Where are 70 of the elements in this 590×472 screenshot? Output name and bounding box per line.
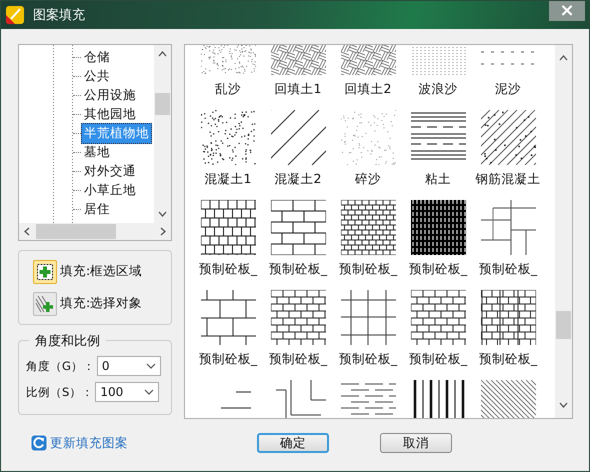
chevron-down-icon (144, 389, 154, 395)
add-hatch-icon (35, 294, 55, 312)
tree-item[interactable]: 仓储 (81, 47, 113, 68)
pattern-label: 预制砼板_ (338, 351, 398, 368)
dialog-button[interactable]: 确定 (257, 433, 329, 453)
dropdown-field[interactable]: 100 (95, 382, 160, 402)
pattern-label: 混凝土1 (204, 171, 252, 188)
pattern-label: 回填土1 (274, 81, 322, 98)
hatch-pattern-icon[interactable] (200, 200, 256, 255)
scrollbar-thumb[interactable] (556, 311, 571, 339)
vertical-scrollbar[interactable] (555, 45, 572, 418)
hatch-pattern-icon[interactable] (270, 290, 326, 345)
chevron-down-icon[interactable] (158, 211, 167, 217)
hatch-pattern-icon[interactable] (340, 200, 396, 255)
pattern-label: 预制砼板_ (478, 351, 538, 368)
refresh-icon (31, 435, 47, 451)
fill-tool-button[interactable]: 填充:框选区域 (33, 260, 171, 284)
dropdown-field[interactable]: 0 (96, 356, 161, 376)
pattern-label: 泥沙 (495, 81, 521, 98)
field-label: 比例（S）： (26, 384, 94, 400)
pattern-label: 预制砼板_ (408, 261, 468, 278)
chevron-left-icon[interactable] (24, 227, 30, 236)
hatch-pattern-icon[interactable] (480, 110, 536, 165)
chevron-up-icon[interactable] (559, 55, 568, 61)
pattern-label: 预制砼板_ (478, 261, 538, 278)
pattern-label: 乱沙 (215, 81, 241, 98)
hatch-pattern-icon[interactable] (410, 200, 466, 255)
horizontal-scrollbar[interactable] (19, 223, 171, 240)
hatch-pattern-icon[interactable] (270, 110, 326, 165)
pattern-label: 预制砼板_ (198, 351, 258, 368)
pattern-label: 预制砼板_ (408, 351, 468, 368)
group-title: 角度和比例 (29, 332, 106, 350)
hatch-pattern-icon[interactable] (200, 290, 256, 345)
pattern-label: 碎沙 (355, 171, 381, 188)
chevron-right-icon[interactable] (160, 227, 166, 236)
window-title: 图案填充 (33, 7, 85, 24)
chevron-down-icon[interactable] (559, 402, 568, 408)
hatch-pattern-icon[interactable] (340, 290, 396, 345)
scrollbar-thumb[interactable] (155, 93, 170, 115)
hatch-pattern-icon[interactable] (480, 200, 536, 255)
tree-item[interactable]: 居住 (81, 199, 113, 220)
tree-item[interactable]: 公共 (81, 66, 113, 87)
hatch-pattern-icon[interactable] (410, 290, 466, 345)
vertical-scrollbar[interactable] (154, 45, 171, 223)
tree-item[interactable]: 小草丘地 (81, 180, 139, 201)
field-label: 角度（G）： (26, 358, 95, 374)
pattern-label: 粘土 (425, 171, 451, 188)
fill-tool-button[interactable]: 填充:选择对象 (33, 292, 171, 316)
scrollbar-thumb[interactable] (36, 224, 116, 239)
dialog-button[interactable]: 取消 (380, 433, 452, 453)
tree-item[interactable]: 墓地 (81, 142, 113, 163)
update-patterns-link[interactable]: 更新填充图案 (31, 434, 128, 452)
chevron-up-icon[interactable] (158, 51, 167, 57)
chevron-down-icon (146, 363, 156, 369)
pattern-label: 波浪沙 (418, 81, 458, 98)
pattern-label: 预制砼板_ (268, 351, 328, 368)
pattern-label: 混凝土2 (274, 171, 322, 188)
add-region-icon (36, 262, 54, 280)
tree-item[interactable]: 公用设施 (81, 85, 139, 106)
tree-item[interactable]: 对外交通 (81, 161, 139, 182)
pattern-label: 预制砼板_ (338, 261, 398, 278)
hatch-pattern-icon[interactable] (200, 110, 256, 165)
pattern-label: 回填土2 (344, 81, 392, 98)
pattern-label: 钢筋混凝土 (476, 171, 540, 188)
pattern-label: 预制砼板_ (198, 261, 258, 278)
app-icon (5, 5, 25, 25)
pattern-label: 预制砼板_ (268, 261, 328, 278)
tree-item[interactable]: 其他园地 (81, 104, 139, 125)
hatch-pattern-icon[interactable] (270, 200, 326, 255)
hatch-pattern-icon[interactable] (480, 290, 536, 345)
